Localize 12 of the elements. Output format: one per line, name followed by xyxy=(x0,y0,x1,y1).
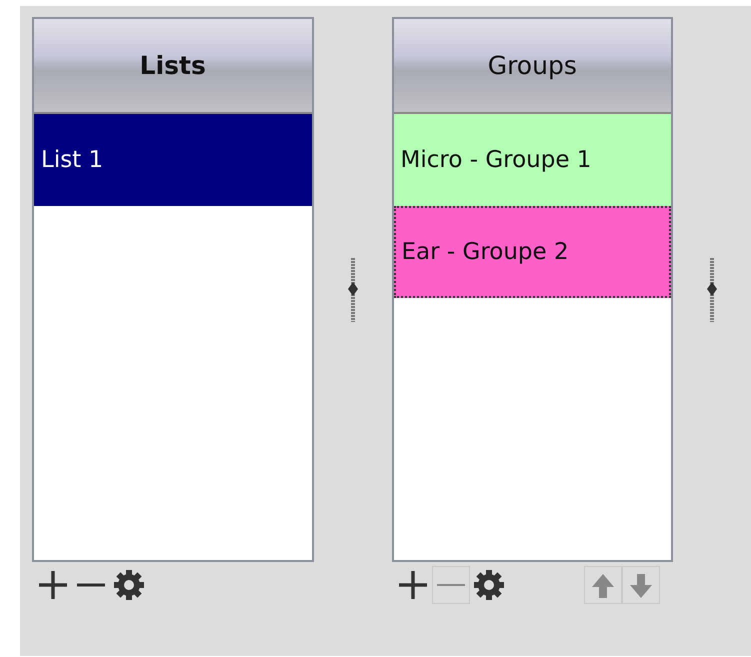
settings-icon xyxy=(112,568,146,602)
column-header[interactable]: Lists xyxy=(34,19,312,114)
splitter-handle-icon[interactable] xyxy=(346,256,360,322)
splitter-handle-icon[interactable] xyxy=(705,256,720,322)
plus-icon xyxy=(36,568,70,602)
column-header[interactable]: Groups xyxy=(394,19,672,114)
minus-icon xyxy=(77,583,105,587)
list-item[interactable]: Ear - Groupe 2 xyxy=(394,206,672,298)
list-item[interactable]: Micro - Groupe 1 xyxy=(394,114,672,206)
minus-icon xyxy=(436,583,464,587)
settings-icon xyxy=(472,568,506,602)
list-item[interactable]: List 1 xyxy=(34,114,312,206)
